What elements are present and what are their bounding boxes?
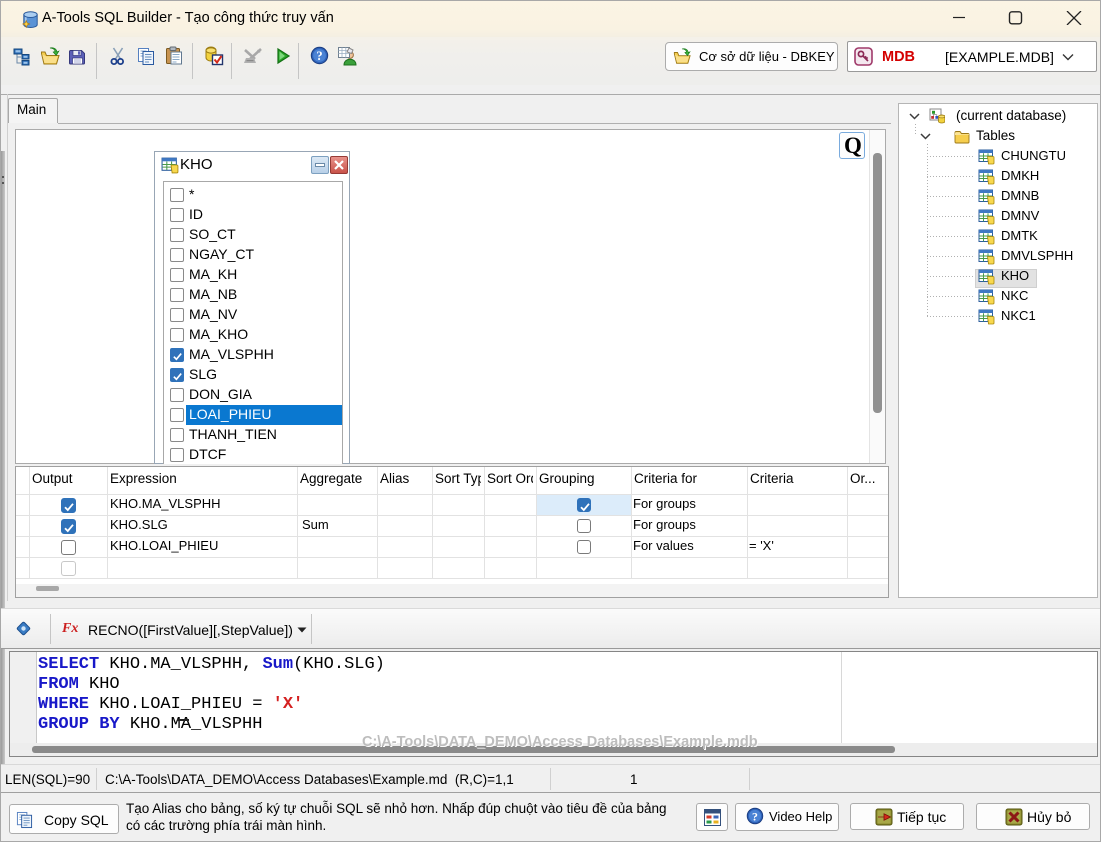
svg-text:?: ? [752, 809, 758, 823]
svg-text:?: ? [316, 49, 322, 63]
